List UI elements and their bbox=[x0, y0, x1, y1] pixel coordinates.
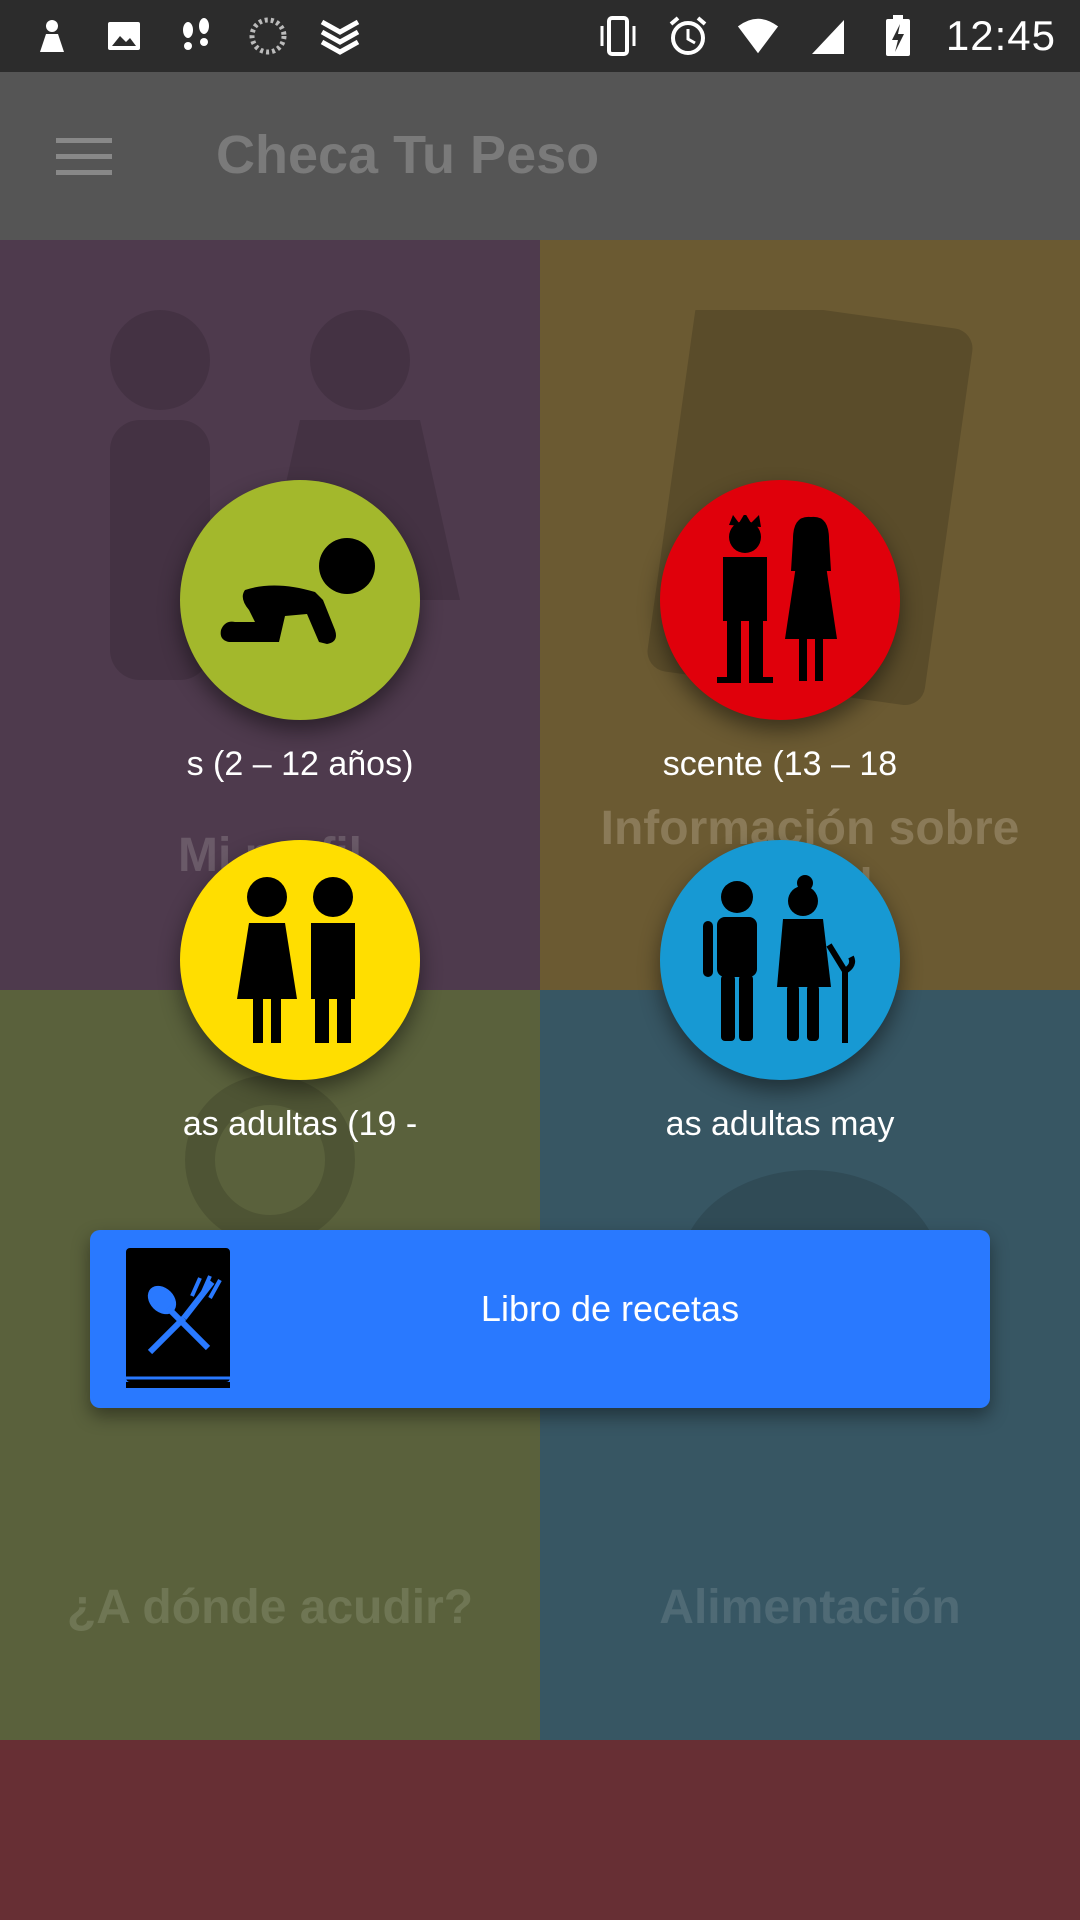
seniors-button[interactable] bbox=[660, 840, 900, 1080]
battery-charging-icon bbox=[876, 14, 920, 58]
loading-icon bbox=[246, 14, 290, 58]
seniors-label: as adultas may bbox=[665, 1105, 895, 1143]
kids-button[interactable] bbox=[180, 480, 420, 720]
location-icon bbox=[185, 1075, 355, 1245]
tile-label-nutrition: Alimentación bbox=[659, 1581, 961, 1634]
app-title: Checa Tu Peso bbox=[216, 125, 600, 185]
kids-label: s (2 – 12 años) bbox=[186, 745, 414, 783]
steps-icon bbox=[174, 14, 218, 58]
hamburger-menu-icon bbox=[56, 138, 112, 175]
recipe-book-label: Libro de recetas bbox=[480, 1288, 740, 1329]
layers-icon bbox=[318, 14, 362, 58]
tile-bottom[interactable] bbox=[0, 1740, 1080, 1920]
adults-button[interactable] bbox=[180, 840, 420, 1080]
tile-label-where-to-go: ¿A dónde acudir? bbox=[66, 1581, 474, 1634]
teens-button[interactable] bbox=[660, 480, 900, 720]
menu-button[interactable] bbox=[40, 122, 128, 190]
teenagers-icon bbox=[717, 515, 837, 683]
notification-icon bbox=[30, 14, 74, 58]
baby-crawling-icon bbox=[220, 538, 375, 644]
signal-icon bbox=[806, 14, 850, 58]
status-bar: 12:45 bbox=[0, 0, 1080, 72]
app-bar: Checa Tu Peso bbox=[0, 72, 1080, 240]
wifi-icon bbox=[736, 14, 780, 58]
vibrate-icon bbox=[596, 14, 640, 58]
recipe-book-button[interactable]: Libro de recetas bbox=[90, 1230, 990, 1408]
adults-icon bbox=[237, 877, 355, 1043]
gallery-icon bbox=[102, 14, 146, 58]
teens-label: scente (13 – 18 bbox=[662, 745, 898, 783]
seniors-icon bbox=[703, 875, 856, 1043]
status-time: 12:45 bbox=[945, 12, 1056, 59]
alarm-icon bbox=[666, 14, 710, 58]
adults-label: as adultas (19 - bbox=[182, 1105, 418, 1143]
